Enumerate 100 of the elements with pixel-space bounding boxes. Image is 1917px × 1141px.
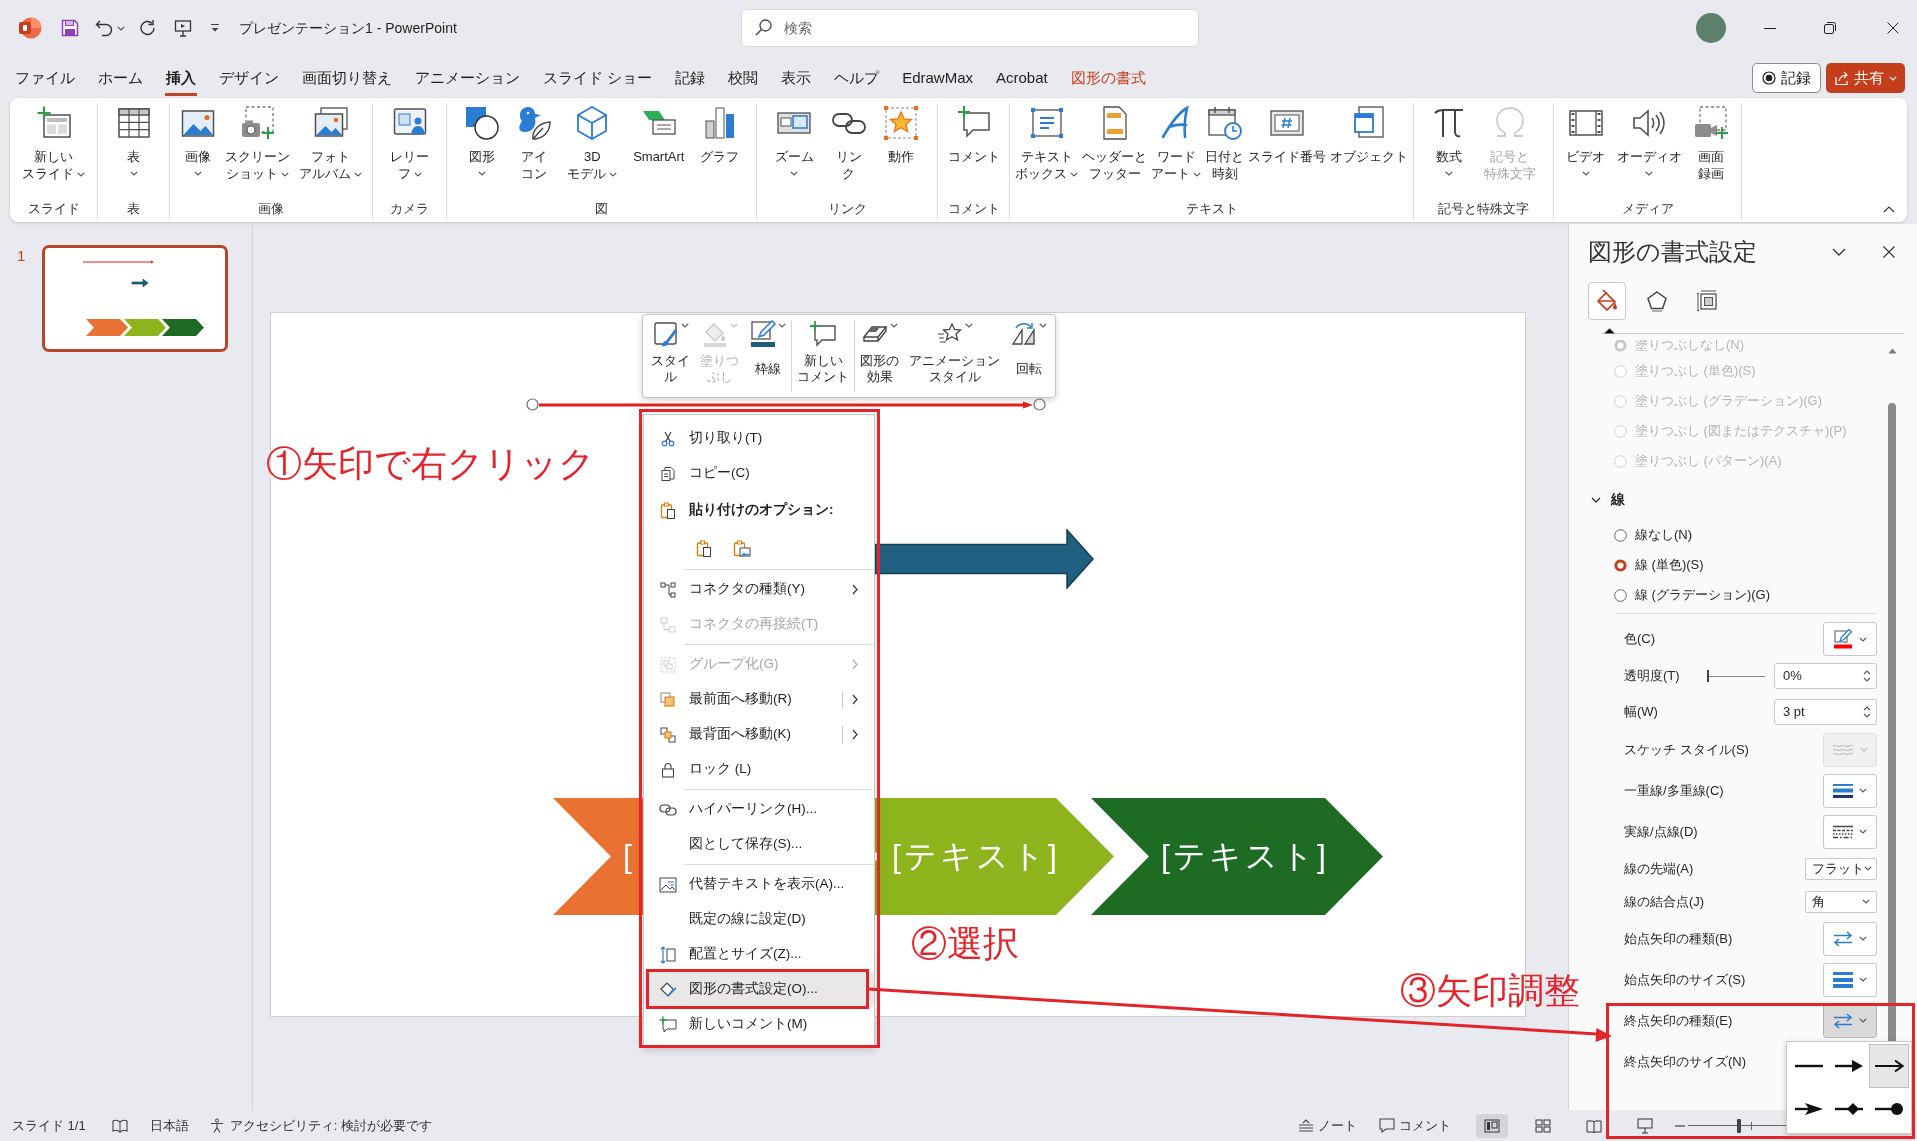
save-button[interactable] xyxy=(61,19,79,37)
chevron-shape[interactable] xyxy=(1091,798,1383,915)
toolbar-button[interactable]: 回転 xyxy=(1005,320,1052,392)
ribbon-button[interactable]: ワード アート xyxy=(1149,103,1203,182)
ribbon-button[interactable]: グラフ xyxy=(698,103,742,165)
ribbon-button[interactable]: オーディオ xyxy=(1614,103,1684,176)
ribbon-button[interactable]: 画面 録画 xyxy=(1690,103,1731,182)
line-color-button[interactable] xyxy=(1823,622,1877,656)
ribbon-tab[interactable]: ファイル xyxy=(14,63,76,96)
start-slideshow-button[interactable] xyxy=(174,19,192,37)
slider-thumb[interactable] xyxy=(1737,1118,1742,1133)
toolbar-button[interactable]: 枠線 xyxy=(744,320,791,392)
pane-tab[interactable] xyxy=(1588,282,1626,320)
menu-item[interactable]: 切り取り(T) xyxy=(644,421,874,456)
scroll-up-icon[interactable] xyxy=(1887,348,1897,354)
toolbar-button[interactable]: スタイ ル xyxy=(646,320,695,392)
ribbon-button[interactable]: コメント xyxy=(945,103,1002,165)
comments-button[interactable]: コメント xyxy=(1379,1115,1451,1136)
language-status[interactable]: 日本語 xyxy=(149,1115,189,1136)
toolbar-button[interactable]: アニメーション スタイル xyxy=(904,320,1005,392)
dropdown-select[interactable]: 角 xyxy=(1805,890,1877,913)
menu-item[interactable]: 図として保存(S)... xyxy=(644,827,874,862)
ribbon-button[interactable]: ビデオ xyxy=(1564,103,1608,176)
block-arrow-shape[interactable] xyxy=(874,529,1095,589)
section-header[interactable]: 線 xyxy=(1569,485,1883,515)
radio-option[interactable]: 線 (単色)(S) xyxy=(1569,550,1883,580)
notes-button[interactable]: ノート xyxy=(1298,1115,1357,1136)
ribbon-tab[interactable]: 図形の書式 xyxy=(1069,63,1147,96)
ribbon-button[interactable]: 日付と 時刻 xyxy=(1203,103,1246,182)
ribbon-tab[interactable]: EdrawMax xyxy=(901,63,975,96)
ribbon-button[interactable]: 数式 xyxy=(1429,103,1470,176)
ribbon-button[interactable]: 図形 xyxy=(461,103,502,176)
style-dropdown-button[interactable] xyxy=(1823,814,1877,849)
group-label: カメラ xyxy=(390,200,429,219)
redo-button[interactable] xyxy=(139,19,157,37)
restore-button[interactable] xyxy=(1824,22,1836,34)
radio-option[interactable]: 線 (グラデーション)(G) xyxy=(1569,580,1883,610)
record-button[interactable]: 記録 xyxy=(1752,63,1821,93)
close-button[interactable] xyxy=(1887,22,1899,34)
view-button[interactable] xyxy=(1476,1113,1508,1138)
menu-item[interactable]: ロック (L) xyxy=(644,752,874,787)
avatar-photo[interactable] xyxy=(1696,13,1726,43)
menu-item[interactable]: 代替テキストを表示(A)... xyxy=(644,867,874,902)
search-field[interactable]: 検索 xyxy=(741,9,1199,47)
book-icon[interactable] xyxy=(111,1117,128,1134)
ribbon-button[interactable]: 動作 xyxy=(881,103,922,165)
ribbon-button[interactable]: 新しい スライド xyxy=(20,103,87,182)
ribbon-button[interactable]: テキスト ボックス xyxy=(1013,103,1080,182)
menu-item[interactable]: 図形の書式設定(O)... xyxy=(644,972,874,1007)
transparency-slider[interactable] xyxy=(1707,670,1765,682)
ribbon-tab[interactable]: スライド ショー xyxy=(542,63,654,96)
ribbon-tab[interactable]: アニメーション xyxy=(414,63,521,96)
menu-item[interactable]: 最前面へ移動(R) xyxy=(644,682,874,717)
ribbon-button[interactable]: 3D モデル xyxy=(565,103,620,182)
ribbon-tab[interactable]: デザイン xyxy=(218,63,280,96)
accessibility-button[interactable]: アクセシビリティ: 検討が必要です xyxy=(208,1115,432,1136)
close-pane-button[interactable] xyxy=(1883,246,1895,258)
menu-item[interactable]: 既定の線に設定(D) xyxy=(644,902,874,937)
style-dropdown-button[interactable] xyxy=(1823,773,1877,808)
ribbon-button[interactable]: スライド番号 xyxy=(1246,103,1328,165)
ribbon-tab[interactable]: 記録 xyxy=(674,63,707,96)
number-field[interactable]: 3 pt xyxy=(1774,698,1877,725)
number-field[interactable]: 0% xyxy=(1774,663,1877,689)
undo-button[interactable] xyxy=(95,19,125,37)
pane-options-button[interactable] xyxy=(1832,248,1846,256)
ribbon-button[interactable]: スクリーン ショット xyxy=(223,103,292,182)
toolbar-button[interactable]: 図形の 効果 xyxy=(855,320,904,392)
menu-item[interactable]: 配置とサイズ(Z)... xyxy=(644,937,874,972)
selection-handle[interactable] xyxy=(526,398,539,411)
ribbon-tab[interactable]: ヘルプ xyxy=(833,63,881,96)
dropdown-select[interactable]: フラット xyxy=(1805,857,1877,880)
ribbon-tab[interactable]: Acrobat xyxy=(995,63,1049,96)
property-label: 線の先端(A) xyxy=(1624,859,1694,878)
ribbon-button[interactable]: ズーム xyxy=(772,103,816,176)
ribbon-button[interactable]: フォト アルバム xyxy=(297,103,364,182)
menu-item[interactable]: コピー(C) xyxy=(644,456,874,491)
menu-item[interactable]: コネクタの種類(Y) xyxy=(644,572,874,607)
ribbon-button[interactable]: レリー フ xyxy=(388,103,431,182)
collapse-ribbon-button[interactable] xyxy=(1883,206,1895,213)
toolbar-button[interactable]: 新しい コメント xyxy=(792,320,854,392)
arrow-style-option[interactable] xyxy=(1869,1044,1909,1088)
selected-line[interactable] xyxy=(539,401,1033,409)
ribbon-tab[interactable]: ホーム xyxy=(97,63,144,96)
ribbon-button[interactable]: 画像 xyxy=(178,103,218,176)
ribbon-button[interactable]: ヘッダーと フッター xyxy=(1080,103,1149,182)
share-button[interactable]: 共有 xyxy=(1826,63,1905,93)
ribbon-button[interactable]: 表 xyxy=(113,103,154,176)
ribbon-tab[interactable]: 校閲 xyxy=(727,63,760,96)
ribbon-tab[interactable]: 画面切り替え xyxy=(301,63,393,96)
radio-option[interactable]: 線なし(N) xyxy=(1569,520,1883,550)
ribbon-tab[interactable]: 表示 xyxy=(780,63,813,96)
menu-item[interactable]: 最背面へ移動(K) xyxy=(644,717,874,752)
ribbon-button[interactable]: SmartArt xyxy=(631,103,687,165)
selection-handle[interactable] xyxy=(1033,398,1046,411)
menu-item[interactable]: 新しいコメント(M) xyxy=(644,1007,874,1042)
menu-item[interactable]: ハイパーリンク(H)... xyxy=(644,792,874,827)
ribbon-button[interactable]: リン ク xyxy=(828,103,869,182)
ribbon-button[interactable]: オブジェクト xyxy=(1328,103,1410,165)
customize-toolbar-button[interactable] xyxy=(209,22,221,34)
ribbon-button[interactable]: アイ コン xyxy=(513,103,554,182)
